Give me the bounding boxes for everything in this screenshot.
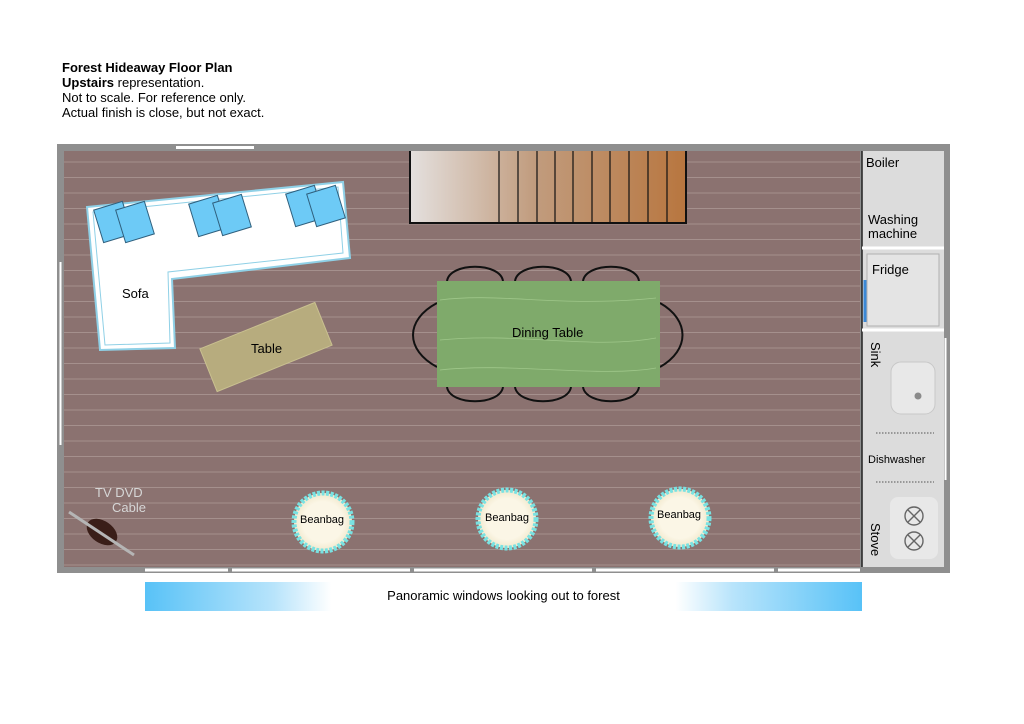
banner-label: Panoramic windows looking out to forest xyxy=(387,588,620,603)
sofa-label: Sofa xyxy=(122,286,150,301)
dining-table-label: Dining Table xyxy=(512,325,583,340)
sink-label: Sink xyxy=(868,342,883,368)
panoramic-window-banner: Panoramic windows looking out to forest xyxy=(145,582,862,611)
sink-drain xyxy=(914,392,922,400)
washing-label-2: machine xyxy=(868,226,917,241)
sink-basin xyxy=(890,361,936,415)
stove-label: Stove xyxy=(868,523,883,556)
boiler-label: Boiler xyxy=(866,155,900,170)
beanbag-2: Beanbag xyxy=(475,487,539,551)
beanbag-1: Beanbag xyxy=(291,490,355,554)
beanbag-label: Beanbag xyxy=(300,514,344,526)
tv-label-1: TV DVD xyxy=(95,485,143,500)
beanbag-label: Beanbag xyxy=(485,512,529,524)
washing-label-1: Washing xyxy=(868,212,918,227)
dishwasher-label: Dishwasher xyxy=(868,454,926,466)
tv-label-2: Cable xyxy=(112,500,146,515)
staircase xyxy=(409,151,687,224)
floor-plan: Boiler Washing machine Fridge Sink Dishw… xyxy=(57,144,950,573)
table-label: Table xyxy=(251,341,282,356)
fridge-label: Fridge xyxy=(872,262,909,277)
beanbag-label: Beanbag xyxy=(657,509,701,521)
beanbag-3: Beanbag xyxy=(648,486,712,550)
